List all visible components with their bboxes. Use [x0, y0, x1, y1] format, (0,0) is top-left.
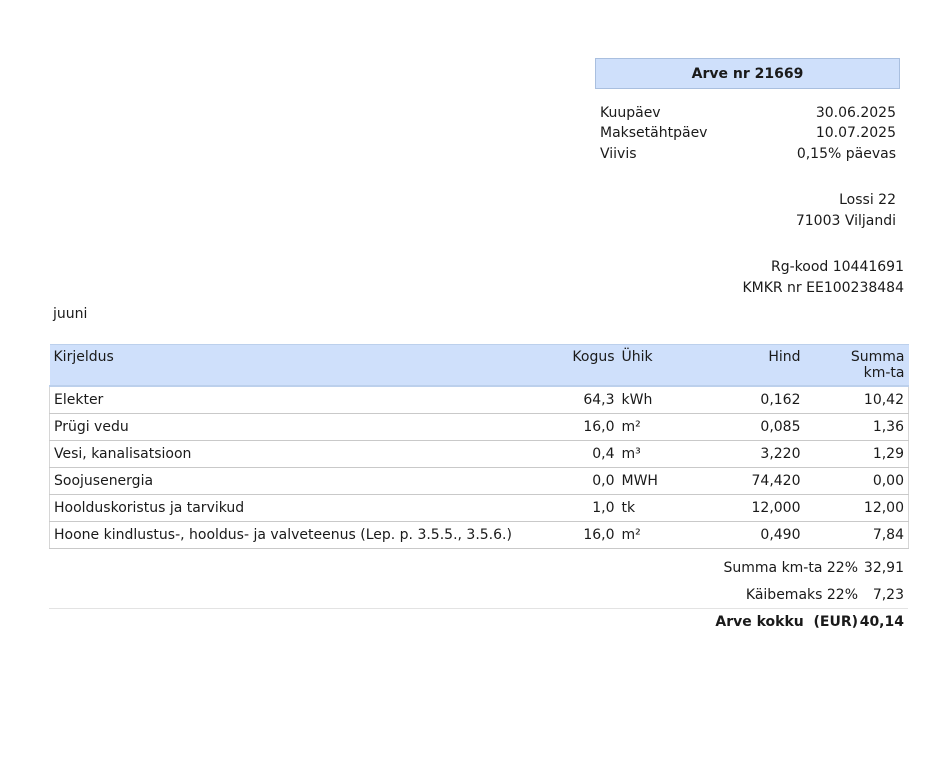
- vat-row: Käibemaks 22% 7,23: [49, 582, 908, 609]
- row-unit: m³: [618, 440, 699, 468]
- table-row: Prügi vedu 16,0 m² 0,085 1,36: [49, 413, 909, 441]
- grand-total-row: Arve kokku (EUR) 40,14: [49, 608, 908, 636]
- grand-total-value: 40,14: [859, 614, 904, 630]
- table-row: Soojusenergia 0,0 MWH 74,420 0,00: [49, 467, 909, 495]
- meta-label: Viivis: [600, 146, 637, 162]
- meta-row-date: Kuupäev 30.06.2025: [600, 103, 896, 123]
- header-quantity: Kogus: [560, 344, 619, 387]
- row-description: Prügi vedu: [49, 413, 561, 441]
- header-sum: Summa km-ta: [804, 344, 909, 387]
- meta-row-penalty: Viivis 0,15% päevas: [600, 144, 896, 164]
- billing-period: juuni: [53, 306, 88, 322]
- row-price: 12,000: [698, 494, 805, 522]
- header-sum-line2: km-ta: [863, 365, 905, 381]
- grand-total-label: Arve kokku (EUR): [715, 614, 858, 630]
- table-row: Vesi, kanalisatsioon 0,4 m³ 3,220 1,29: [49, 440, 909, 468]
- row-description: Hoone kindlustus-, hooldus- ja valveteen…: [49, 521, 561, 549]
- row-sum: 0,00: [804, 467, 909, 495]
- row-price: 0,162: [698, 385, 805, 414]
- row-sum: 7,84: [804, 521, 909, 549]
- table-row: Hoolduskoristus ja tarvikud 1,0 tk 12,00…: [49, 494, 909, 522]
- registry-code: Rg-kood 10441691: [771, 259, 904, 275]
- table-row: Hoone kindlustus-, hooldus- ja valveteen…: [49, 521, 909, 549]
- subtotal-row: Summa km-ta 22% 32,91: [49, 555, 908, 582]
- meta-label: Maksetähtpäev: [600, 125, 708, 141]
- subtotal-label: Summa km-ta 22%: [723, 560, 859, 576]
- row-description: Soojusenergia: [49, 467, 561, 495]
- address-street: Lossi 22: [839, 192, 896, 208]
- header-price: Hind: [698, 344, 805, 387]
- row-quantity: 0,0: [560, 467, 619, 495]
- row-sum: 12,00: [804, 494, 909, 522]
- row-price: 0,085: [698, 413, 805, 441]
- header-description: Kirjeldus: [49, 344, 561, 387]
- table-row: Elekter 64,3 kWh 0,162 10,42: [49, 385, 909, 414]
- meta-value: 0,15% päevas: [796, 146, 896, 162]
- invoice-items-table: Kirjeldus Kogus Ühik Hind Summa km-ta El…: [49, 344, 909, 549]
- row-quantity: 64,3: [560, 385, 619, 414]
- row-price: 74,420: [698, 467, 805, 495]
- vat-number: KMKR nr EE100238484: [742, 280, 904, 296]
- subtotal-value: 32,91: [863, 560, 904, 576]
- row-description: Elekter: [49, 385, 561, 414]
- row-quantity: 1,0: [560, 494, 619, 522]
- row-price: 3,220: [698, 440, 805, 468]
- row-quantity: 16,0: [560, 521, 619, 549]
- header-sum-line1: Summa: [850, 349, 905, 365]
- address-city: 71003 Viljandi: [795, 213, 896, 229]
- row-unit: m²: [618, 521, 699, 549]
- row-quantity: 16,0: [560, 413, 619, 441]
- meta-label: Kuupäev: [600, 105, 661, 121]
- row-description: Vesi, kanalisatsioon: [49, 440, 561, 468]
- row-unit: m²: [618, 413, 699, 441]
- row-unit: kWh: [618, 385, 699, 414]
- meta-value: 30.06.2025: [815, 105, 896, 121]
- row-quantity: 0,4: [560, 440, 619, 468]
- row-price: 0,490: [698, 521, 805, 549]
- invoice-title: Arve nr 21669: [595, 58, 900, 89]
- row-unit: MWH: [618, 467, 699, 495]
- meta-value: 10.07.2025: [815, 125, 896, 141]
- meta-row-due-date: Maksetähtpäev 10.07.2025: [600, 123, 896, 143]
- row-sum: 1,36: [804, 413, 909, 441]
- row-description: Hoolduskoristus ja tarvikud: [49, 494, 561, 522]
- row-unit: tk: [618, 494, 699, 522]
- row-sum: 1,29: [804, 440, 909, 468]
- vat-label: Käibemaks 22%: [745, 587, 858, 603]
- vat-value: 7,23: [872, 587, 904, 603]
- row-sum: 10,42: [804, 385, 909, 414]
- table-header-row: Kirjeldus Kogus Ühik Hind Summa km-ta: [49, 344, 909, 387]
- header-unit: Ühik: [618, 344, 699, 387]
